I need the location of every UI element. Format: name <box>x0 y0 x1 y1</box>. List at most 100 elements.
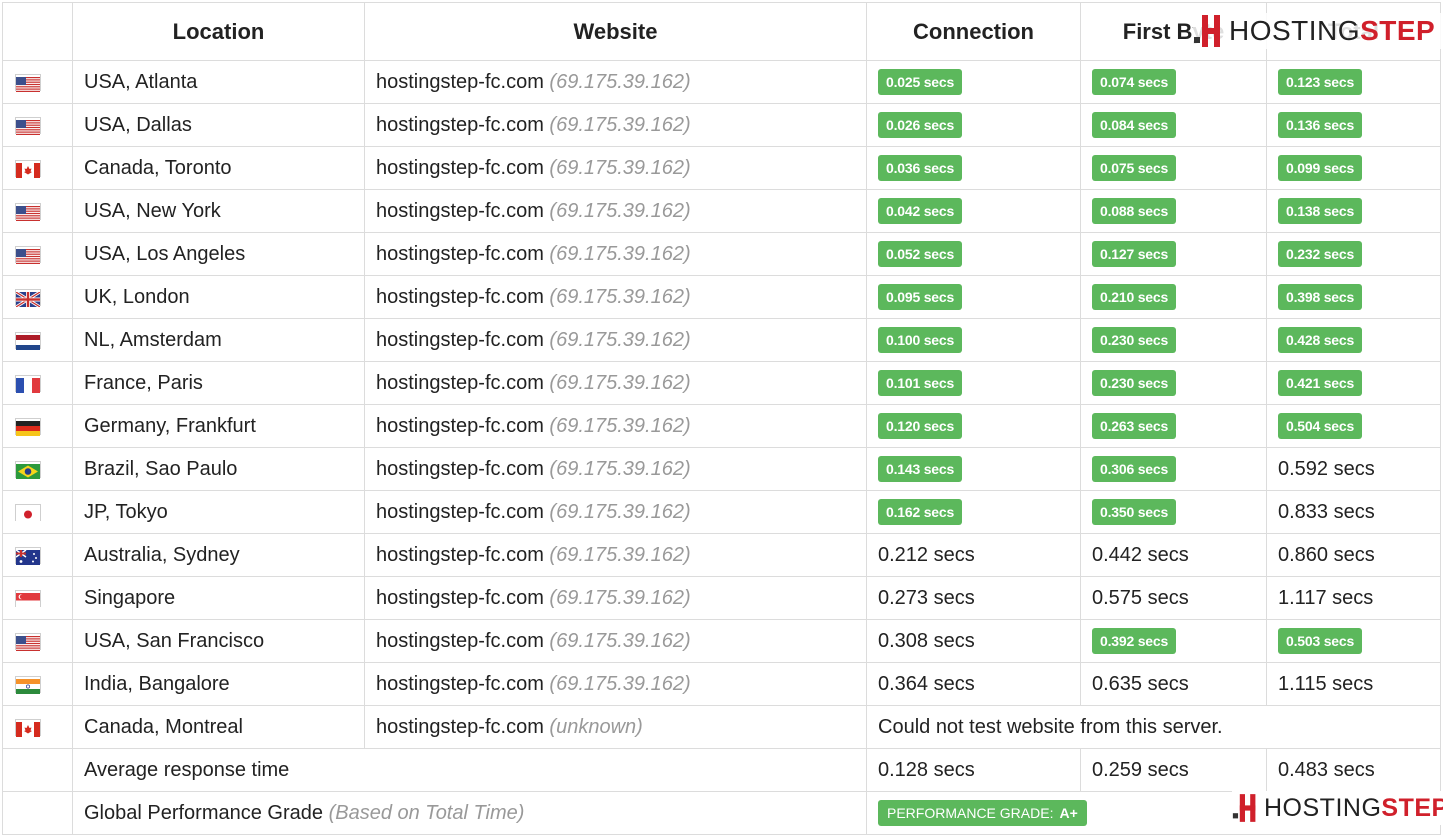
connection-cell: 0.100 secs <box>866 318 1081 362</box>
connection-cell: 0.042 secs <box>866 189 1081 233</box>
flag-cell <box>2 189 73 233</box>
website-domain: hostingstep-fc.com <box>376 457 544 480</box>
first-byte-badge: 0.306 secs <box>1092 456 1177 482</box>
website-ip: (69.175.39.162) <box>549 199 691 222</box>
flag-cell <box>2 576 73 620</box>
first-byte-cell: 0.127 secs <box>1080 232 1267 276</box>
us-flag-icon <box>16 634 40 651</box>
average-flag-cell <box>2 748 73 792</box>
website-cell: hostingstep-fc.com (69.175.39.162) <box>364 619 867 663</box>
first-byte-badge: 0.230 secs <box>1092 370 1177 396</box>
total-badge: 0.232 secs <box>1278 241 1363 267</box>
table-row: USA, San Francisco hostingstep-fc.com (69… <box>2 619 1441 663</box>
flag-cell <box>2 146 73 190</box>
table-row: USA, New York hostingstep-fc.com (69.175.… <box>2 189 1441 233</box>
website-domain: hostingstep-fc.com <box>376 113 544 136</box>
website-ip: (69.175.39.162) <box>549 500 691 523</box>
connection-cell: 0.101 secs <box>866 361 1081 405</box>
first-byte-cell: 0.075 secs <box>1080 146 1267 190</box>
connection-badge: 0.100 secs <box>878 327 963 353</box>
connection-badge: 0.042 secs <box>878 198 963 224</box>
fr-flag-icon <box>16 376 40 393</box>
website-domain: hostingstep-fc.com <box>376 70 544 93</box>
total-cell: 0.428 secs <box>1266 318 1441 362</box>
flag-cell <box>2 533 73 577</box>
website-column-header: Website <box>364 2 867 61</box>
location-cell: USA, Los Angeles <box>72 232 365 276</box>
website-cell: hostingstep-fc.com (69.175.39.162) <box>364 447 867 491</box>
average-first-byte: 0.259 secs <box>1080 748 1267 792</box>
total-cell: 0.421 secs <box>1266 361 1441 405</box>
first-byte-badge: 0.210 secs <box>1092 284 1177 310</box>
website-cell: hostingstep-fc.com (69.175.39.162) <box>364 533 867 577</box>
grade-label: Global Performance Grade <box>84 801 324 824</box>
flag-cell <box>2 103 73 147</box>
grade-label-cell: Global Performance Grade (Based on Total… <box>72 791 867 835</box>
website-cell: hostingstep-fc.com (69.175.39.162) <box>364 576 867 620</box>
first-byte-cell: 0.392 secs <box>1080 619 1267 663</box>
website-ip: (69.175.39.162) <box>549 672 691 695</box>
total-cell: 0.398 secs <box>1266 275 1441 319</box>
flag-cell <box>2 619 73 663</box>
connection-cell: 0.025 secs <box>866 60 1081 104</box>
au-flag-icon <box>15 548 40 565</box>
connection-badge: 0.025 secs <box>878 69 963 95</box>
first-byte-badge: 0.230 secs <box>1092 327 1177 353</box>
website-ip: (69.175.39.162) <box>549 285 691 308</box>
logo-text-step: STEP <box>1360 15 1436 46</box>
website-ip: (69.175.39.162) <box>549 156 691 179</box>
connection-badge: 0.101 secs <box>878 370 963 396</box>
total-cell: 0.833 secs <box>1266 490 1441 534</box>
total-cell: 0.592 secs <box>1266 447 1441 491</box>
website-ip: (69.175.39.162) <box>549 70 691 93</box>
table-row: Canada, Montreal hostingstep-fc.com (unkn… <box>2 705 1441 749</box>
website-cell: hostingstep-fc.com (69.175.39.162) <box>364 361 867 405</box>
flag-cell <box>2 705 73 749</box>
first-byte-cell: 0.263 secs <box>1080 404 1267 448</box>
flag-cell <box>2 447 73 491</box>
website-ip: (69.175.39.162) <box>549 328 691 351</box>
location-cell: India, Bangalore <box>72 662 365 706</box>
connection-badge: 0.095 secs <box>878 284 963 310</box>
first-byte-badge: 0.074 secs <box>1092 69 1177 95</box>
logo-text-step: STEP <box>1381 793 1443 822</box>
total-cell: 0.099 secs <box>1266 146 1441 190</box>
average-row: Average response time 0.128 secs 0.259 s… <box>2 748 1441 792</box>
website-ip: (69.175.39.162) <box>549 371 691 394</box>
first-byte-badge: 0.392 secs <box>1092 628 1177 654</box>
flag-cell <box>2 275 73 319</box>
website-domain: hostingstep-fc.com <box>376 414 544 437</box>
website-ip: (69.175.39.162) <box>549 629 691 652</box>
flag-cell <box>2 361 73 405</box>
grade-note: (Based on Total Time) <box>328 801 525 824</box>
website-domain: hostingstep-fc.com <box>376 242 544 265</box>
table-row: Canada, Toronto hostingstep-fc.com (69.17… <box>2 146 1441 190</box>
location-cell: USA, San Francisco <box>72 619 365 663</box>
connection-badge: 0.026 secs <box>878 112 963 138</box>
location-cell: USA, New York <box>72 189 365 233</box>
website-ip: (69.175.39.162) <box>549 457 691 480</box>
logo-text-hosting: HOSTING <box>1264 793 1382 822</box>
website-cell: hostingstep-fc.com (69.175.39.162) <box>364 404 867 448</box>
first-byte-cell: 0.088 secs <box>1080 189 1267 233</box>
total-cell: 0.138 secs <box>1266 189 1441 233</box>
connection-badge: 0.162 secs <box>878 499 963 525</box>
first-byte-cell: 0.575 secs <box>1080 576 1267 620</box>
logo-text-hosting: HOSTING <box>1229 15 1361 46</box>
website-ip: (69.175.39.162) <box>549 543 691 566</box>
connection-cell: 0.212 secs <box>866 533 1081 577</box>
location-column-header: Location <box>72 2 365 61</box>
first-byte-cell: 0.350 secs <box>1080 490 1267 534</box>
table-row: India, Bangalore hostingstep-fc.com (69.1… <box>2 662 1441 706</box>
table-row: Singapore hostingstep-fc.com (69.175.39.1… <box>2 576 1441 620</box>
first-byte-cell: 0.084 secs <box>1080 103 1267 147</box>
connection-badge: 0.052 secs <box>878 241 963 267</box>
website-domain: hostingstep-fc.com <box>376 156 544 179</box>
total-cell: 0.232 secs <box>1266 232 1441 276</box>
connection-column-header: Connection <box>866 2 1081 61</box>
website-cell: hostingstep-fc.com (69.175.39.162) <box>364 232 867 276</box>
connection-cell: 0.162 secs <box>866 490 1081 534</box>
connection-badge: 0.143 secs <box>878 456 963 482</box>
website-domain: hostingstep-fc.com <box>376 629 544 652</box>
table-row: UK, London hostingstep-fc.com (69.175.39.… <box>2 275 1441 319</box>
